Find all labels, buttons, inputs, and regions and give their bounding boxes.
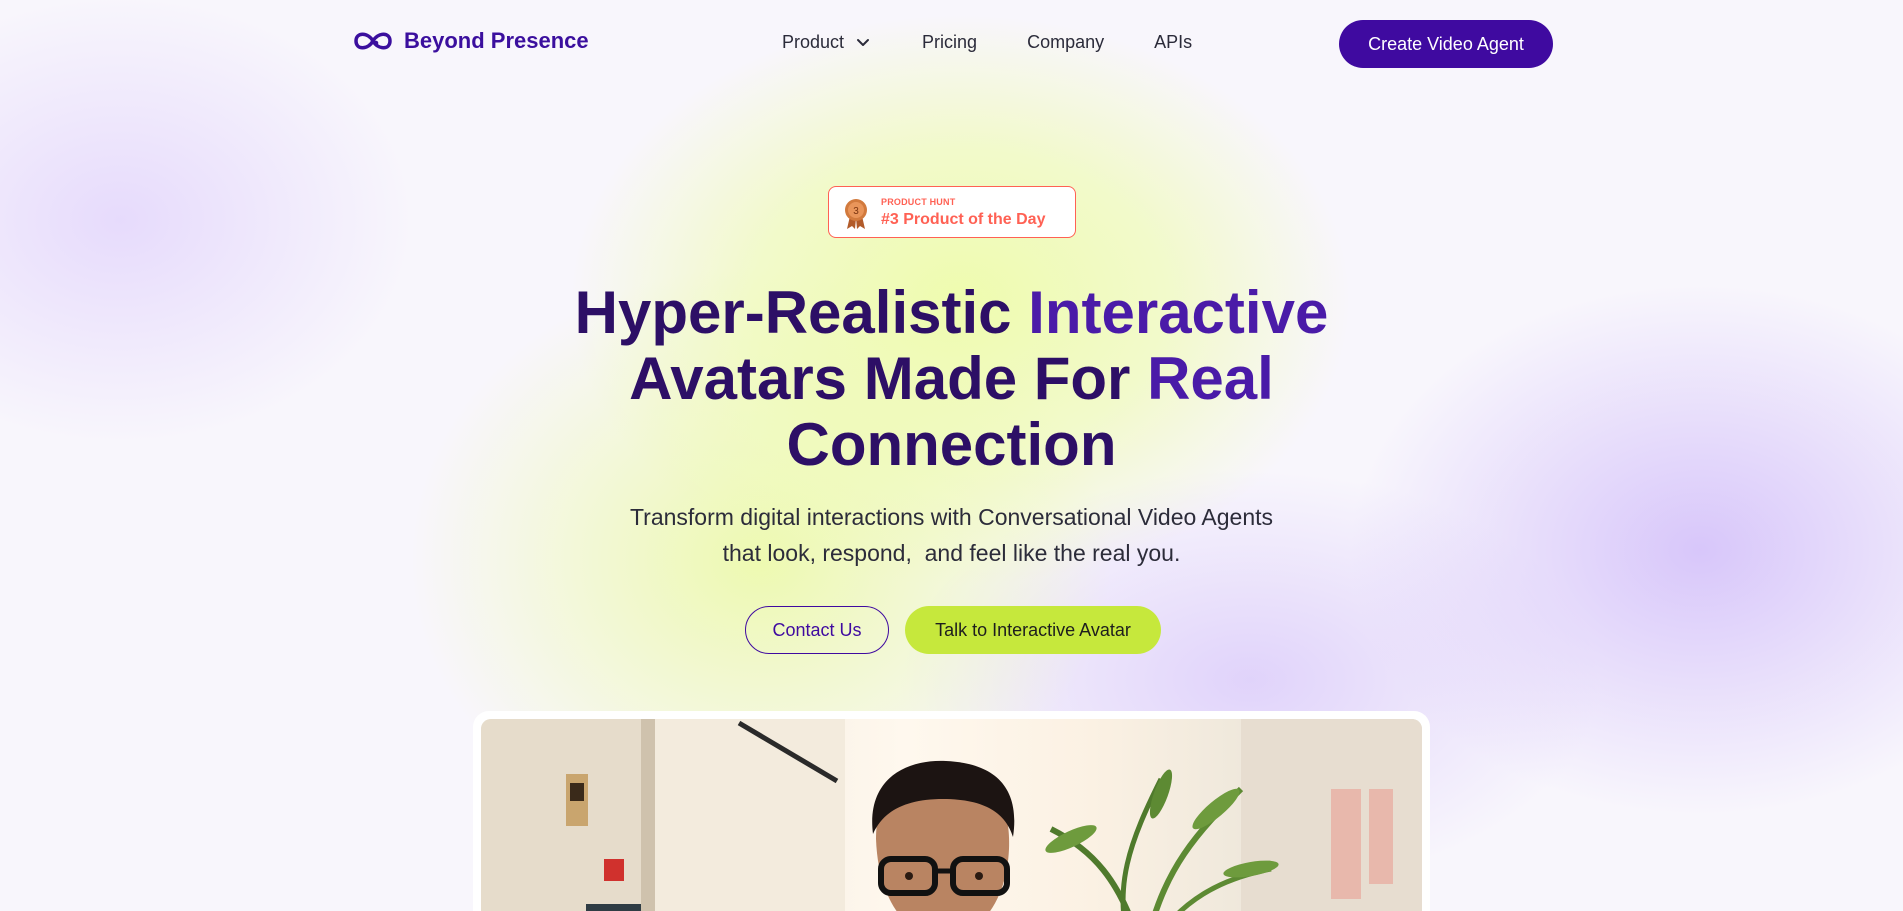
medal-icon: 3 [845,199,867,229]
talk-to-avatar-button[interactable]: Talk to Interactive Avatar [905,606,1161,654]
nav-company-label: Company [1027,32,1105,52]
nav-apis-label: APIs [1154,32,1193,52]
main-menu: Product Pricing Company APIs [782,32,1192,53]
screen [586,904,641,911]
hero-title-line-3-a: Connection [786,411,1117,478]
brand-name: Beyond Presence [404,28,589,53]
avatar-video[interactable] [481,719,1422,911]
avatar-person [872,760,1015,911]
infinity-logo-icon [354,32,392,50]
hero-subtitle: Transform digital interactions with Conv… [0,499,1903,571]
hero-title-line-2-a: Avatars Made For [629,345,1148,412]
nav-company[interactable]: Company [1027,32,1104,53]
chevron-down-icon [857,38,870,46]
video-frame [473,711,1430,911]
brand-logo[interactable]: Beyond Presence [352,28,589,54]
hero-title-line-1-b: Interactive [1028,279,1329,346]
hero-title: Hyper-Realistic Interactive Avatars Made… [0,280,1903,478]
nav-product[interactable]: Product [782,32,870,53]
hero-subtitle-line-2: that look, respond, and feel like the re… [722,540,1181,566]
fire-sign [604,859,624,881]
hero-title-line-3: Connection [0,412,1903,478]
nav-product-label: Product [782,32,845,52]
hero-title-line-2-b: Real [1147,345,1274,412]
back-wall [655,719,845,911]
product-hunt-badge[interactable]: 3 PRODUCT HUNT #3 Product of the Day [828,186,1076,238]
hero-title-line-1: Hyper-Realistic Interactive [0,280,1903,346]
wall-lettering-2 [1369,789,1393,884]
create-video-agent-button[interactable]: Create Video Agent [1339,20,1553,68]
wall-lettering [1331,789,1361,899]
badge-text: #3 Product of the Day [881,211,1046,228]
wall-edge [641,719,655,911]
hero-subtitle-line-1: Transform digital interactions with Conv… [629,504,1274,530]
hero-title-line-1-a: Hyper-Realistic [574,279,1029,346]
video-scene [481,719,1422,911]
medal-rank: 3 [853,206,859,217]
nav-apis[interactable]: APIs [1154,32,1192,53]
wall-sign-icon [570,783,584,801]
nav-pricing-label: Pricing [922,32,978,52]
contact-us-button[interactable]: Contact Us [745,606,889,654]
badge-overline: PRODUCT HUNT [881,197,956,207]
left-wall [481,719,641,911]
nav-pricing[interactable]: Pricing [922,32,977,53]
top-navigation: Beyond Presence Product Pricing Company … [0,20,1903,68]
hero-title-line-2: Avatars Made For Real [0,346,1903,412]
